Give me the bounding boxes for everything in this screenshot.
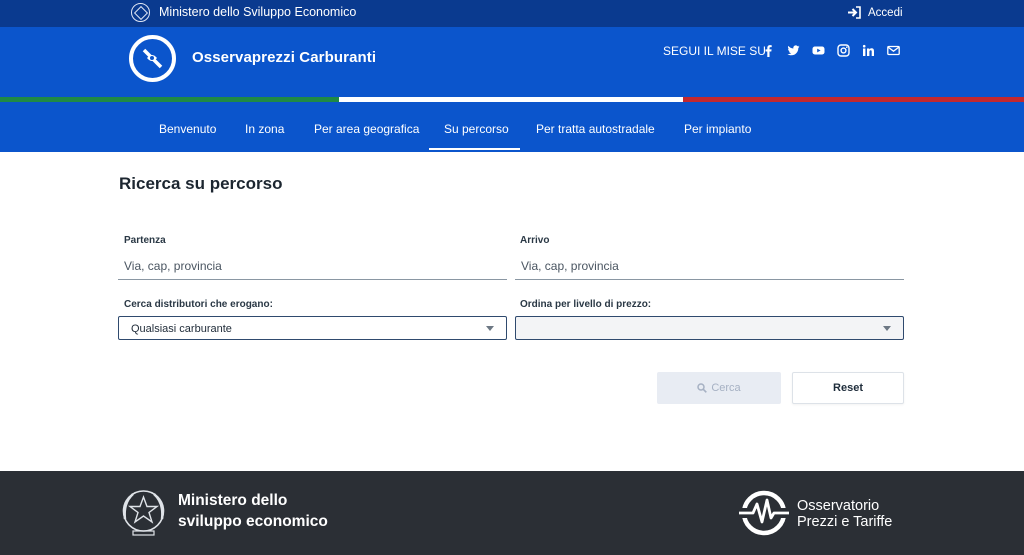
site-footer: Ministero dello sviluppo economico Osser… (0, 471, 1024, 555)
fuel-nozzle-icon (142, 48, 163, 69)
nav-item-per-tratta-autostradale[interactable]: Per tratta autostradale (536, 122, 655, 136)
price-order-label: Ordina per livello di prezzo: (520, 299, 652, 310)
login-label: Accedi (868, 6, 903, 19)
observatory-line2: Prezzi e Tariffe (797, 514, 893, 530)
fuel-type-select[interactable]: Qualsiasi carburante (118, 316, 507, 340)
active-tab-indicator (429, 148, 520, 150)
youtube-icon[interactable] (812, 44, 825, 57)
linkedin-icon[interactable] (862, 44, 875, 57)
twitter-icon[interactable] (787, 44, 800, 57)
price-order-select[interactable] (515, 316, 904, 340)
site-title[interactable]: Osservaprezzi Carburanti (192, 49, 376, 66)
login-icon (848, 6, 861, 19)
mail-icon[interactable] (887, 44, 900, 57)
chevron-down-icon (486, 326, 494, 331)
footer-ministry-name: Ministero dello sviluppo economico (178, 490, 328, 532)
search-icon (697, 383, 708, 393)
search-button-label: Cerca (711, 382, 741, 394)
fuel-type-label: Cerca distributori che erogano: (124, 299, 273, 310)
social-links (762, 44, 900, 57)
observatory-name: Osservatorio Prezzi e Tariffe (797, 498, 892, 530)
reset-button[interactable]: Reset (792, 372, 904, 404)
observatory-logo-icon[interactable] (737, 488, 791, 538)
republic-emblem-icon (122, 490, 165, 536)
footer-ministry-line2: sviluppo economico (178, 513, 328, 530)
instagram-icon[interactable] (837, 44, 850, 57)
page-title: Ricerca su percorso (119, 174, 283, 193)
nav-item-per-area-geografica[interactable]: Per area geografica (314, 122, 419, 136)
osservaprezzi-logo[interactable] (129, 35, 176, 82)
ministry-name: Ministero dello Sviluppo Economico (159, 5, 357, 19)
nav-item-su-percorso[interactable]: Su percorso (444, 122, 509, 136)
reset-button-label: Reset (833, 382, 863, 394)
observatory-line1: Osservatorio (797, 498, 880, 514)
fuel-type-selected-value: Qualsiasi carburante (131, 323, 232, 335)
republic-emblem-icon (131, 3, 150, 22)
top-bar: Ministero dello Sviluppo Economico Acced… (0, 0, 1024, 27)
partenza-label: Partenza (124, 235, 166, 246)
arrivo-input[interactable] (515, 253, 904, 280)
chevron-down-icon (883, 326, 891, 331)
facebook-icon[interactable] (762, 44, 775, 57)
login-link[interactable]: Accedi (847, 6, 903, 19)
site-header: Osservaprezzi Carburanti SEGUI IL MISE S… (0, 27, 1024, 97)
partenza-input[interactable] (118, 253, 507, 280)
arrivo-label: Arrivo (520, 235, 550, 246)
footer-ministry-line1: Ministero dello (178, 492, 288, 509)
main-navigation: Benvenuto In zona Per area geografica Su… (0, 102, 1024, 152)
nav-item-per-impianto[interactable]: Per impianto (684, 122, 751, 136)
search-button[interactable]: Cerca (657, 372, 781, 404)
social-label: SEGUI IL MISE SU (663, 44, 766, 58)
nav-item-benvenuto[interactable]: Benvenuto (159, 122, 216, 136)
nav-item-in-zona[interactable]: In zona (245, 122, 284, 136)
